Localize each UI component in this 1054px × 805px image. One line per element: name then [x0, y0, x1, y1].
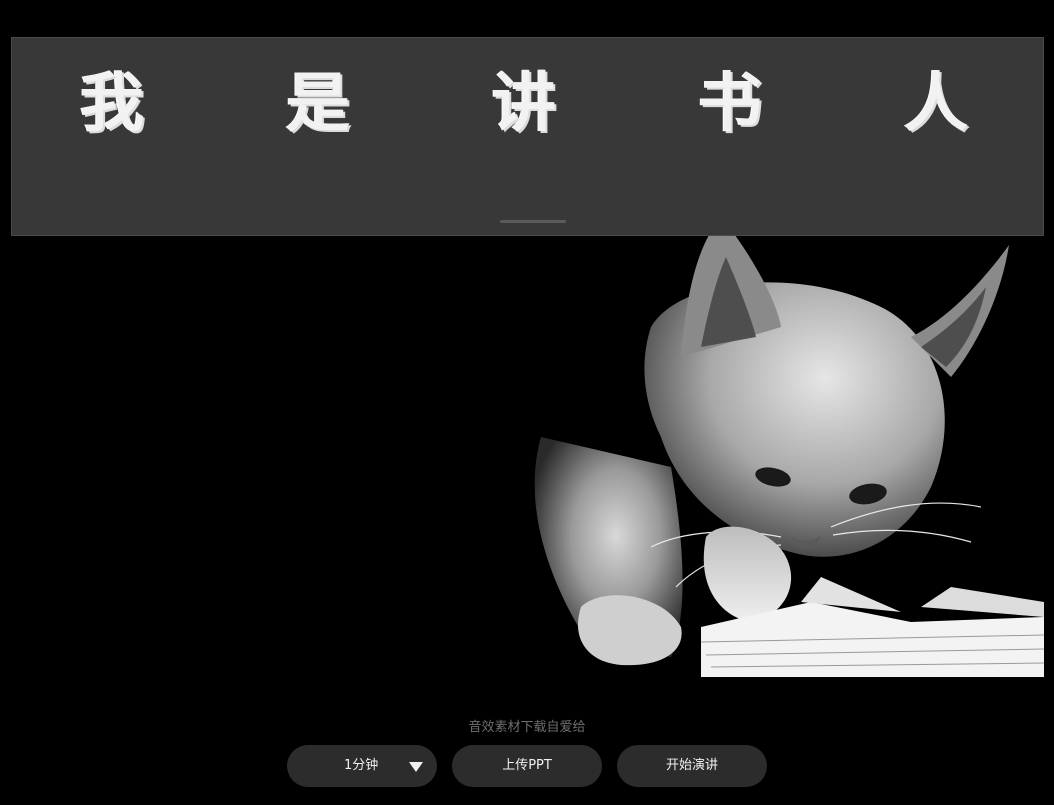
upload-ppt-button[interactable]: 上传PPT [452, 745, 602, 787]
start-speech-button[interactable]: 开始演讲 [617, 745, 767, 787]
slide-title-char: 是 [286, 67, 350, 141]
sound-credit-text: 音效素材下载自爱给 [468, 720, 586, 735]
slide-title-band: 我 是 讲 书 人 [11, 37, 1044, 236]
triangle-down-icon [409, 762, 423, 772]
title-band-accent-line [500, 220, 566, 223]
slide-title-char: 人 [904, 67, 968, 141]
duration-value: 1分钟 [344, 758, 379, 773]
slide-title-char: 讲 [492, 67, 556, 141]
duration-select[interactable]: 1分钟 [287, 745, 437, 787]
slide-preview: 我 是 讲 书 人 [11, 37, 1044, 677]
kitten-photo [481, 207, 1044, 677]
app-stage: 我 是 讲 书 人 音效素材下载自爱给 1分钟 上传PPT 开始演讲 [0, 0, 1054, 805]
slide-title-char: 我 [80, 67, 144, 141]
slide-title-char: 书 [698, 67, 762, 141]
